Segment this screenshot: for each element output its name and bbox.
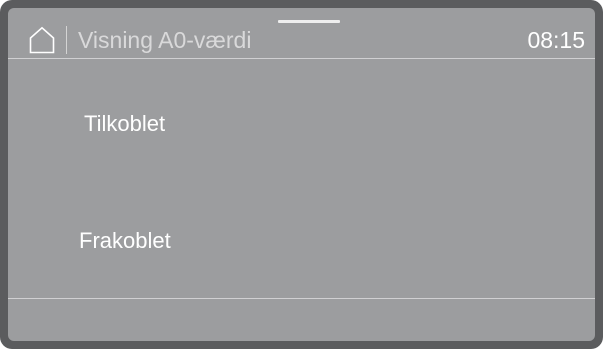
option-tilkoblet[interactable]: Tilkoblet (84, 110, 165, 138)
header-divider (66, 26, 67, 54)
home-icon[interactable] (29, 26, 55, 54)
display-screen: Visning A0-værdi 08:15 Tilkoblet Frakobl… (8, 8, 595, 341)
footer-divider-line (8, 298, 595, 299)
clock-time: 08:15 (527, 27, 585, 53)
header-divider-line (8, 58, 595, 59)
header-bar: Visning A0-værdi 08:15 (8, 8, 595, 58)
option-frakoblet[interactable]: Frakoblet (79, 227, 171, 255)
page-title: Visning A0-værdi (78, 27, 252, 53)
display-bezel: Visning A0-værdi 08:15 Tilkoblet Frakobl… (0, 0, 603, 349)
